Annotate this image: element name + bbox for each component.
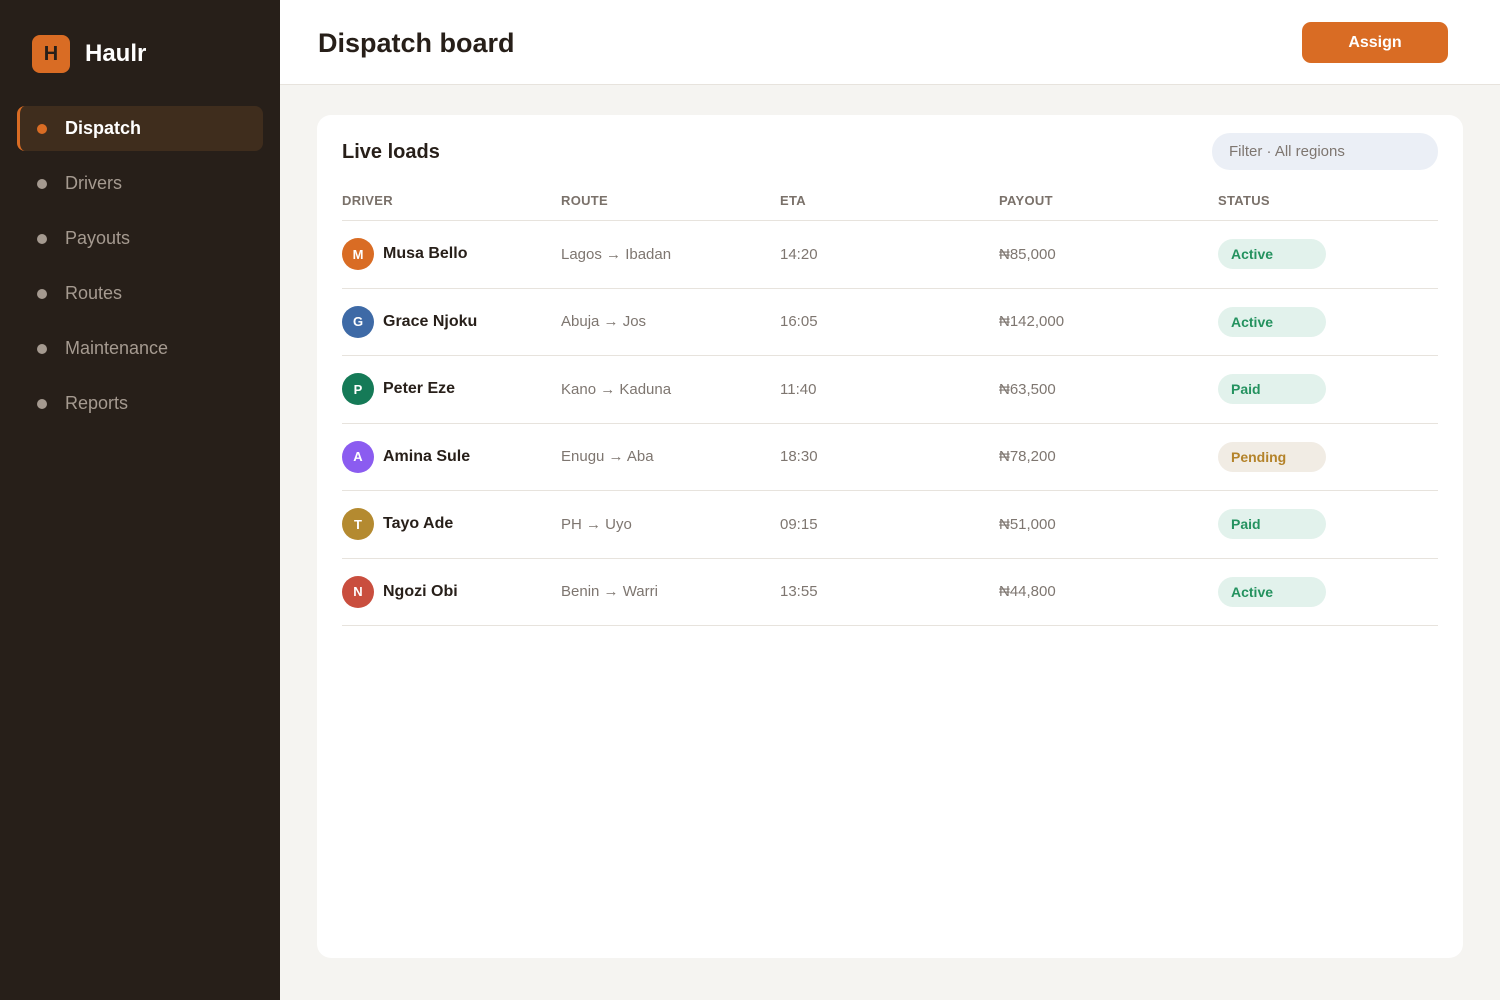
column-header-route[interactable]: ROUTE xyxy=(561,193,780,208)
avatar: A xyxy=(342,440,374,473)
payout-cell: ₦85,000 xyxy=(999,245,1056,263)
status-badge: Paid xyxy=(1218,509,1326,540)
sidebar-item-label: Reports xyxy=(65,393,129,413)
avatar: N xyxy=(342,575,374,608)
column-header-status[interactable]: STATUS xyxy=(1218,193,1438,208)
eta-cell: 13:55 xyxy=(780,583,818,601)
assign-button[interactable]: Assign xyxy=(1302,22,1448,63)
eta-cell: 09:15 xyxy=(780,515,818,533)
column-header-eta[interactable]: ETA xyxy=(780,193,999,208)
sidebar-item-label: Routes xyxy=(65,283,123,303)
sidebar-item-drivers[interactable]: Drivers xyxy=(17,161,263,206)
status-cell: Pending xyxy=(1218,441,1438,472)
status-cell: Active xyxy=(1218,306,1438,337)
table-row[interactable]: T Tayo Ade PH → Uyo 09:15 ₦51,000 Paid xyxy=(342,491,1438,559)
route-cell: Benin → Warri xyxy=(561,583,658,601)
driver-cell: G Grace Njoku xyxy=(342,305,561,338)
driver-name: Tayo Ade xyxy=(383,515,454,533)
page-title: Dispatch board xyxy=(318,28,515,58)
eta-cell: 11:40 xyxy=(780,380,817,398)
driver-cell: A Amina Sule xyxy=(342,440,561,473)
status-badge: Active xyxy=(1218,306,1326,337)
route-cell: Lagos → Ibadan xyxy=(561,245,672,263)
app-name: Haulr xyxy=(85,40,147,67)
status-cell: Active xyxy=(1218,239,1438,270)
bullet-icon xyxy=(37,233,47,244)
card-title: Live loads xyxy=(342,141,440,163)
table-row[interactable]: P Peter Eze Kano → Kaduna 11:40 ₦63,500 … xyxy=(342,356,1438,424)
driver-name: Amina Sule xyxy=(383,447,471,465)
bullet-icon xyxy=(37,398,47,409)
sidebar-item-label: Drivers xyxy=(65,173,122,193)
driver-name: Grace Njoku xyxy=(383,312,478,330)
status-badge: Paid xyxy=(1218,374,1326,405)
table-row[interactable]: G Grace Njoku Abuja → Jos 16:05 ₦142,000… xyxy=(342,289,1438,356)
sidebar-nav: Dispatch Drivers Payouts Routes Maintena… xyxy=(17,106,263,436)
table-body: M Musa Bello Lagos → Ibadan 14:20 ₦85,00… xyxy=(342,221,1438,626)
payout-cell: ₦51,000 xyxy=(999,515,1056,533)
status-cell: Paid xyxy=(1218,509,1438,540)
avatar: M xyxy=(342,238,374,271)
top-bar: Dispatch board Assign xyxy=(280,0,1500,85)
column-header-driver[interactable]: DRIVER xyxy=(342,193,561,208)
bullet-icon xyxy=(37,343,47,354)
sidebar-item-label: Payouts xyxy=(65,228,131,248)
table-header: DRIVER ROUTE ETA PAYOUT STATUS xyxy=(342,181,1438,221)
payout-cell: ₦78,200 xyxy=(999,448,1056,466)
column-header-payout[interactable]: PAYOUT xyxy=(999,193,1218,208)
sidebar-item-dispatch[interactable]: Dispatch xyxy=(17,106,263,151)
sidebar-item-label: Maintenance xyxy=(65,338,169,358)
eta-cell: 18:30 xyxy=(780,448,818,466)
sidebar-item-routes[interactable]: Routes xyxy=(17,271,263,316)
bullet-icon xyxy=(37,288,47,299)
driver-name: Ngozi Obi xyxy=(383,582,458,600)
avatar: P xyxy=(342,373,374,406)
sidebar-item-reports[interactable]: Reports xyxy=(17,381,263,426)
status-cell: Paid xyxy=(1218,374,1438,405)
region-filter-input[interactable] xyxy=(1212,133,1438,170)
avatar: G xyxy=(342,305,374,338)
driver-cell: N Ngozi Obi xyxy=(342,575,561,608)
status-badge: Active xyxy=(1218,239,1326,270)
route-cell: PH → Uyo xyxy=(561,515,632,533)
status-badge: Active xyxy=(1218,576,1326,607)
driver-name: Musa Bello xyxy=(383,245,468,263)
bullet-icon xyxy=(37,123,47,134)
avatar: T xyxy=(342,508,374,541)
payout-cell: ₦44,800 xyxy=(999,583,1056,601)
eta-cell: 16:05 xyxy=(780,313,818,331)
table-row[interactable]: M Musa Bello Lagos → Ibadan 14:20 ₦85,00… xyxy=(342,221,1438,289)
driver-cell: M Musa Bello xyxy=(342,238,561,271)
sidebar-item-payouts[interactable]: Payouts xyxy=(17,216,263,261)
payout-cell: ₦142,000 xyxy=(999,313,1065,331)
loads-table: DRIVER ROUTE ETA PAYOUT STATUS M Musa Be… xyxy=(342,181,1438,626)
sidebar: H Haulr Dispatch Drivers Payouts Routes … xyxy=(0,0,280,1000)
driver-name: Peter Eze xyxy=(383,380,456,398)
status-badge: Pending xyxy=(1218,441,1326,472)
brand[interactable]: H Haulr xyxy=(32,35,146,73)
table-row[interactable]: N Ngozi Obi Benin → Warri 13:55 ₦44,800 … xyxy=(342,559,1438,626)
driver-cell: T Tayo Ade xyxy=(342,508,561,541)
status-cell: Active xyxy=(1218,576,1438,607)
sidebar-item-maintenance[interactable]: Maintenance xyxy=(17,326,263,371)
bullet-icon xyxy=(37,178,47,189)
route-cell: Abuja → Jos xyxy=(561,313,647,331)
route-cell: Kano → Kaduna xyxy=(561,380,672,398)
route-cell: Enugu → Aba xyxy=(561,448,654,466)
live-loads-card: Live loads DRIVER ROUTE ETA PAYOUT STATU… xyxy=(317,115,1463,958)
logo-icon: H xyxy=(32,35,70,73)
eta-cell: 14:20 xyxy=(780,245,818,263)
payout-cell: ₦63,500 xyxy=(999,380,1056,398)
sidebar-item-label: Dispatch xyxy=(65,118,142,138)
driver-cell: P Peter Eze xyxy=(342,373,561,406)
table-row[interactable]: A Amina Sule Enugu → Aba 18:30 ₦78,200 P… xyxy=(342,424,1438,491)
